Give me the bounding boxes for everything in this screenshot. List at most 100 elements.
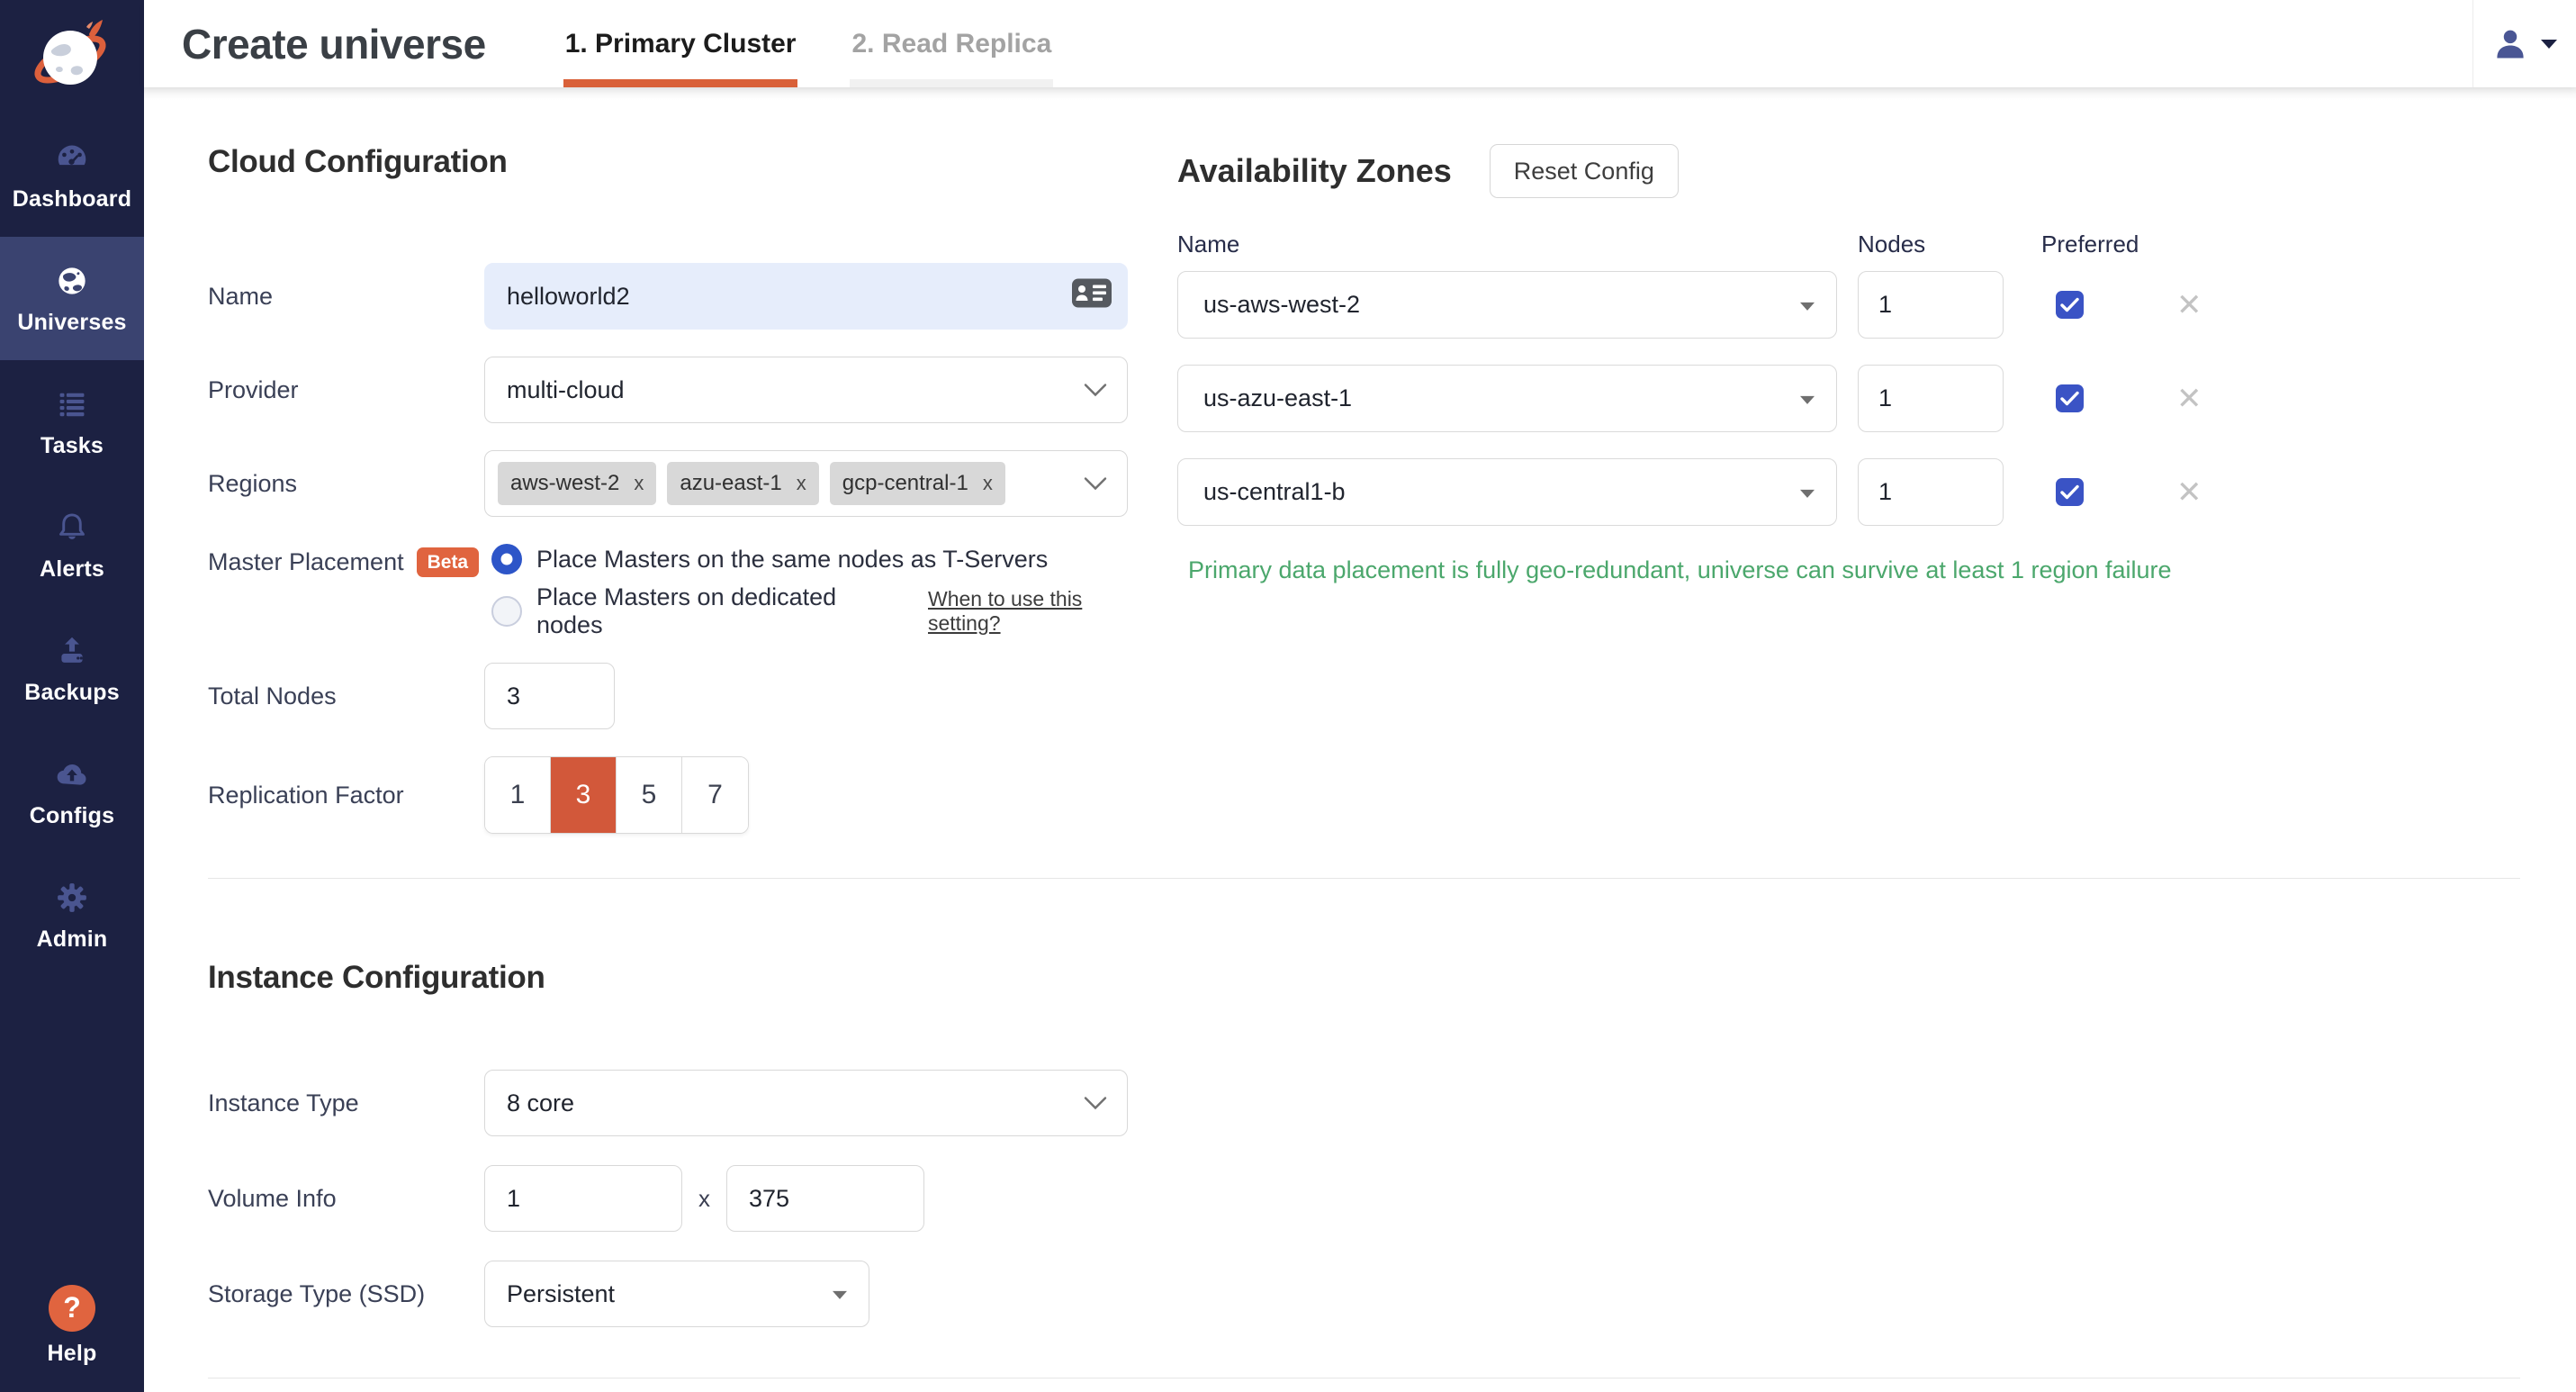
universe-name-input[interactable]: helloworld2 — [484, 263, 1128, 330]
radio-dedicated-nodes[interactable]: Place Masters on dedicated nodes When to… — [491, 583, 1148, 639]
region-chip: azu-east-1 x — [667, 462, 818, 505]
preferred-checkbox-checked[interactable] — [2056, 384, 2084, 412]
beta-badge: Beta — [417, 547, 480, 577]
preferred-checkbox-checked[interactable] — [2056, 478, 2084, 506]
az-nodes-input[interactable]: 1 — [1858, 271, 2004, 339]
provider-select[interactable]: multi-cloud — [484, 357, 1128, 423]
sidebar-item-label: Universes — [17, 310, 126, 336]
chevron-down-icon — [1084, 376, 1107, 404]
az-row: us-aws-west-2 1 ✕ — [1177, 271, 2311, 339]
app-logo[interactable] — [0, 0, 144, 108]
universe-name-value: helloworld2 — [507, 283, 630, 311]
master-placement-label: Master Placement Beta — [208, 544, 484, 577]
instance-type-row: Instance Type 8 core — [208, 1070, 1148, 1136]
remove-region-icon[interactable]: x — [983, 472, 993, 495]
storage-type-select[interactable]: Persistent — [484, 1261, 869, 1327]
sidebar-item-label: Tasks — [41, 433, 104, 459]
regions-row: Regions aws-west-2 x azu-east-1 x gcp-ce… — [208, 450, 1148, 517]
az-nodes-input[interactable]: 1 — [1858, 458, 2004, 526]
volume-info-row: Volume Info 1 x 375 — [208, 1165, 1148, 1232]
chevron-down-icon — [2540, 38, 2558, 50]
regions-label: Regions — [208, 470, 484, 498]
bell-icon — [52, 508, 92, 547]
sidebar-item-backups[interactable]: Backups — [0, 607, 144, 730]
radio-selected-icon — [491, 544, 522, 574]
chevron-down-icon — [1084, 1089, 1107, 1117]
remove-zone-icon[interactable]: ✕ — [2176, 381, 2202, 417]
az-col-preferred: Preferred — [2041, 230, 2176, 258]
cloud-upload-icon — [52, 755, 92, 794]
remove-region-icon[interactable]: x — [634, 472, 644, 495]
regions-multiselect[interactable]: aws-west-2 x azu-east-1 x gcp-central-1 … — [484, 450, 1128, 517]
radio-same-nodes[interactable]: Place Masters on the same nodes as T-Ser… — [491, 544, 1148, 574]
az-zone-select[interactable]: us-aws-west-2 — [1177, 271, 1837, 339]
backup-upload-icon — [52, 631, 92, 671]
sidebar-item-dashboard[interactable]: Dashboard — [0, 113, 144, 237]
instance-type-select[interactable]: 8 core — [484, 1070, 1128, 1136]
sidebar-item-help[interactable]: ? Help — [0, 1271, 144, 1379]
chevron-down-icon — [1084, 470, 1107, 498]
master-placement-row: Master Placement Beta Place Masters on t… — [208, 544, 1148, 639]
region-chip: gcp-central-1 x — [830, 462, 1005, 505]
sidebar: Dashboard Universes Tasks Alerts — [0, 0, 144, 1392]
tab-primary-cluster[interactable]: 1. Primary Cluster — [563, 0, 798, 87]
triangle-down-icon — [833, 1291, 847, 1299]
az-col-name: Name — [1177, 230, 1837, 258]
rf-option-7[interactable]: 7 — [682, 757, 748, 833]
triangle-down-icon — [1800, 489, 1815, 497]
az-zone-select[interactable]: us-central1-b — [1177, 458, 1837, 526]
check-icon — [2060, 484, 2079, 500]
sidebar-item-tasks[interactable]: Tasks — [0, 360, 144, 484]
cloud-configuration-section: Cloud Configuration Name helloworld2 Pro… — [208, 144, 1148, 1327]
instance-type-label: Instance Type — [208, 1089, 484, 1117]
task-list-icon — [52, 384, 92, 424]
preferred-checkbox-checked[interactable] — [2056, 291, 2084, 319]
gear-icon — [52, 878, 92, 917]
radio-unselected-icon — [491, 596, 522, 627]
sidebar-item-label: Help — [48, 1341, 97, 1367]
sidebar-item-label: Alerts — [40, 556, 104, 583]
sidebar-item-universes[interactable]: Universes — [0, 237, 144, 360]
remove-zone-icon[interactable]: ✕ — [2176, 287, 2202, 323]
az-nodes-input[interactable]: 1 — [1858, 365, 2004, 432]
total-nodes-input[interactable]: 3 — [484, 663, 615, 729]
tab-read-replica[interactable]: 2. Read Replica — [850, 0, 1053, 87]
az-zone-select[interactable]: us-azu-east-1 — [1177, 365, 1837, 432]
rf-option-3[interactable]: 3 — [551, 757, 617, 833]
page-title: Create universe — [182, 20, 486, 68]
replication-factor-label: Replication Factor — [208, 782, 484, 809]
reset-config-button[interactable]: Reset Config — [1490, 144, 1679, 198]
provider-label: Provider — [208, 376, 484, 404]
create-universe-page: Dashboard Universes Tasks Alerts — [0, 0, 2576, 1392]
volume-count-input[interactable]: 1 — [484, 1165, 682, 1232]
rf-option-1[interactable]: 1 — [485, 757, 551, 833]
user-menu[interactable] — [2472, 0, 2576, 87]
sidebar-item-admin[interactable]: Admin — [0, 854, 144, 977]
sidebar-item-label: Backups — [24, 680, 120, 706]
az-col-nodes: Nodes — [1858, 230, 2004, 258]
inactive-tab-underline — [850, 79, 1053, 87]
rf-option-5[interactable]: 5 — [617, 757, 682, 833]
sidebar-item-label: Admin — [37, 926, 108, 953]
remove-region-icon[interactable]: x — [797, 472, 806, 495]
total-nodes-label: Total Nodes — [208, 682, 484, 710]
sidebar-item-alerts[interactable]: Alerts — [0, 484, 144, 607]
contact-card-icon[interactable] — [1071, 278, 1112, 315]
triangle-down-icon — [1800, 302, 1815, 310]
provider-value: multi-cloud — [507, 376, 625, 404]
geo-redundancy-status: Primary data placement is fully geo-redu… — [1188, 556, 2311, 584]
az-column-headers: Name Nodes Preferred — [1177, 230, 2311, 258]
question-icon: ? — [49, 1285, 95, 1332]
storage-type-label: Storage Type (SSD) — [208, 1280, 484, 1308]
total-nodes-row: Total Nodes 3 — [208, 663, 1148, 729]
availability-zones-section: Availability Zones Reset Config Name Nod… — [1177, 144, 2311, 584]
remove-zone-icon[interactable]: ✕ — [2176, 475, 2202, 511]
sidebar-item-configs[interactable]: Configs — [0, 730, 144, 854]
volume-size-input[interactable]: 375 — [726, 1165, 924, 1232]
user-icon — [2491, 25, 2529, 63]
availability-zones-title: Availability Zones — [1177, 152, 1452, 190]
when-to-use-link[interactable]: When to use this setting? — [928, 587, 1148, 636]
replication-factor-row: Replication Factor 1 3 5 7 — [208, 756, 1148, 834]
volume-info-label: Volume Info — [208, 1185, 484, 1213]
main-area: Create universe 1. Primary Cluster 2. Re… — [144, 0, 2576, 1392]
